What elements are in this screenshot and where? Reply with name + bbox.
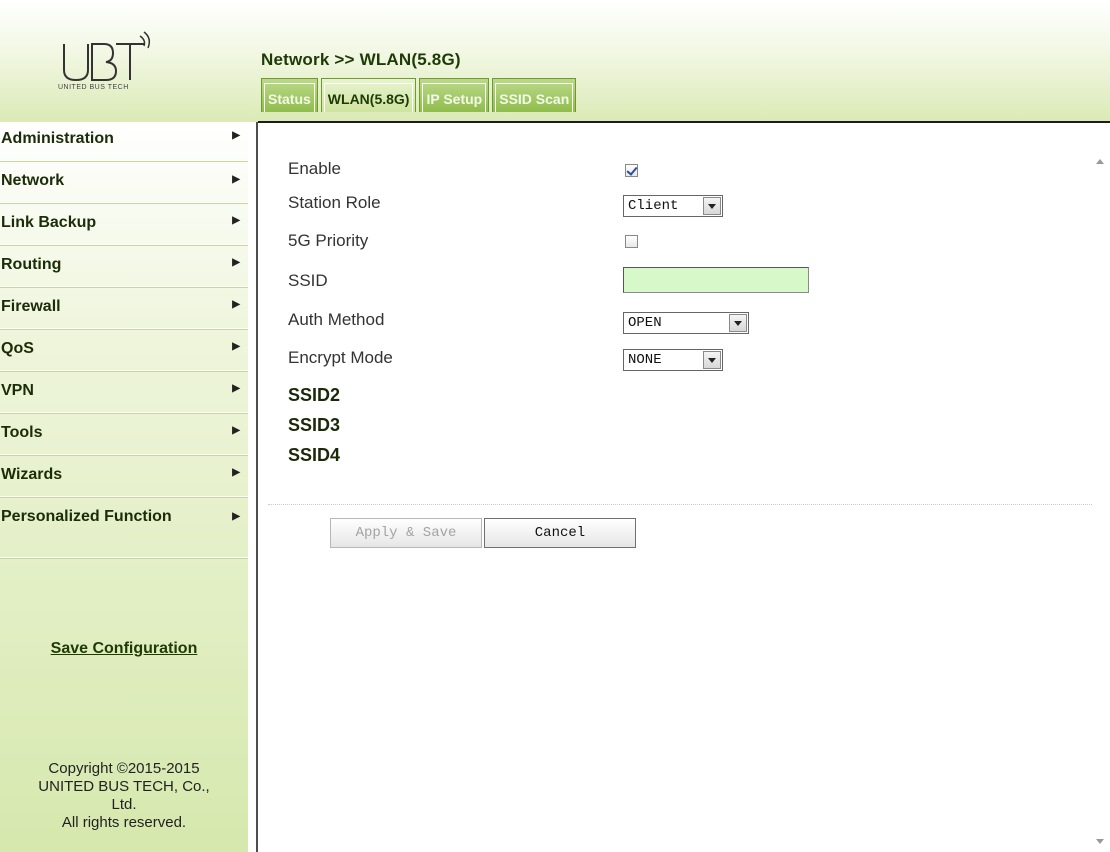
tab-bar: Status WLAN(5.8G) IP Setup SSID Scan [261, 78, 579, 114]
tab-ip-setup[interactable]: IP Setup [419, 78, 490, 112]
sidebar-item-tools[interactable]: Tools ▶ [0, 417, 248, 455]
chevron-right-icon: ▶ [232, 383, 240, 394]
page-title: Network >> WLAN(5.8G) [261, 50, 461, 69]
cancel-button[interactable]: Cancel [484, 518, 636, 548]
chevron-down-icon [703, 197, 721, 215]
auth-method-label: Auth Method [288, 310, 385, 329]
chevron-right-icon: ▶ [232, 299, 240, 310]
station-role-select[interactable]: Client [623, 195, 723, 217]
5g-priority-label: 5G Priority [288, 231, 369, 250]
scroll-down-icon[interactable] [1096, 839, 1104, 844]
chevron-right-icon: ▶ [232, 174, 240, 185]
chevron-right-icon: ▶ [232, 257, 240, 268]
encrypt-mode-label: Encrypt Mode [288, 348, 393, 367]
vertical-scrollbar[interactable] [1092, 143, 1109, 852]
enable-checkbox[interactable] [625, 164, 638, 177]
section-ssid3[interactable]: SSID3 [288, 415, 340, 436]
chevron-right-icon: ▶ [232, 341, 240, 352]
logo-icon [63, 31, 151, 82]
apply-save-button[interactable]: Apply & Save [330, 518, 482, 548]
sidebar-item-administration[interactable]: Administration ▶ [0, 126, 248, 161]
section-ssid2[interactable]: SSID2 [288, 385, 340, 406]
tab-wlan-58g[interactable]: WLAN(5.8G) [320, 78, 417, 112]
tab-status[interactable]: Status [261, 78, 318, 112]
sidebar-item-qos[interactable]: QoS ▶ [0, 333, 248, 371]
scroll-up-icon[interactable] [1096, 159, 1104, 164]
sidebar-item-vpn[interactable]: VPN ▶ [0, 375, 248, 413]
content-panel: Enable Station Role Client 5G Priority S… [258, 123, 1110, 852]
sidebar-item-firewall[interactable]: Firewall ▶ [0, 291, 248, 329]
ssid-input[interactable] [623, 267, 809, 293]
logo-text: UNITED BUS TECH [58, 84, 129, 91]
enable-label: Enable [288, 159, 341, 178]
sidebar-item-link-backup[interactable]: Link Backup ▶ [0, 207, 248, 245]
station-role-label: Station Role [288, 193, 381, 212]
sidebar: Administration ▶ Network ▶ Link Backup ▶… [0, 122, 248, 852]
save-configuration-link[interactable]: Save Configuration [0, 640, 248, 658]
sidebar-item-network[interactable]: Network ▶ [0, 166, 248, 203]
sidebar-item-routing[interactable]: Routing ▶ [0, 249, 248, 287]
header: UNITED BUS TECH Network >> WLAN(5.8G) St… [0, 0, 1110, 122]
form-divider [268, 504, 1098, 505]
5g-priority-checkbox[interactable] [625, 235, 638, 248]
copyright-text: Copyright ©2015-2015 UNITED BUS TECH, Co… [38, 760, 210, 831]
ssid-label: SSID [288, 271, 328, 290]
tab-ssid-scan[interactable]: SSID Scan [492, 78, 577, 112]
sidebar-item-personalized-function[interactable]: Personalized Function ▶ [0, 501, 248, 558]
auth-method-select[interactable]: OPEN [623, 312, 749, 334]
chevron-down-icon [703, 351, 721, 369]
chevron-right-icon: ▶ [232, 425, 240, 436]
chevron-right-icon: ▶ [232, 215, 240, 226]
chevron-right-icon: ▶ [232, 130, 240, 141]
section-ssid4[interactable]: SSID4 [288, 445, 340, 466]
chevron-down-icon [729, 314, 747, 332]
chevron-right-icon: ▶ [232, 467, 240, 478]
encrypt-mode-select[interactable]: NONE [623, 349, 723, 371]
chevron-right-icon: ▶ [232, 511, 240, 522]
sidebar-item-wizards[interactable]: Wizards ▶ [0, 459, 248, 497]
